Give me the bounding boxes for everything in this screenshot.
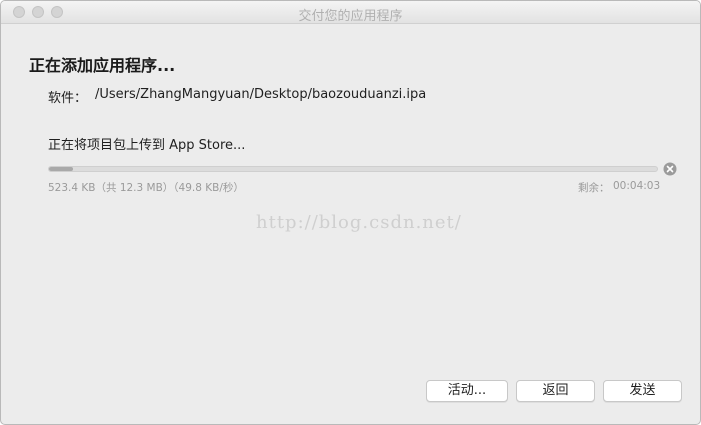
remaining-time: 00:04:03 xyxy=(613,180,661,192)
software-label: 软件： xyxy=(48,91,88,106)
cancel-circle-icon[interactable] xyxy=(663,162,677,176)
title-bar[interactable]: 交付您的应用程序 xyxy=(1,1,700,24)
back-button[interactable]: 返回 xyxy=(516,380,595,402)
window-title: 交付您的应用程序 xyxy=(298,9,403,24)
upload-progress-bar xyxy=(48,166,658,172)
upload-window: 交付您的应用程序 正在添加应用程序... 软件： /Users/ZhangMan… xyxy=(0,0,701,425)
page-heading: 正在添加应用程序... xyxy=(29,56,176,75)
upload-progress-fill xyxy=(49,167,74,171)
watermark: http://blog.csdn.net/ xyxy=(256,212,462,233)
software-path: /Users/ZhangMangyuan/Desktop/baozouduanz… xyxy=(95,87,427,102)
progress-detail: 523.4 KB（共 12.3 MB）（49.8 KB/秒） xyxy=(48,182,244,194)
send-button[interactable]: 发送 xyxy=(603,380,682,402)
remaining-label: 剩余： xyxy=(578,182,610,194)
upload-status-text: 正在将项目包上传到 App Store... xyxy=(48,138,246,153)
activity-button[interactable]: 活动... xyxy=(426,380,508,402)
